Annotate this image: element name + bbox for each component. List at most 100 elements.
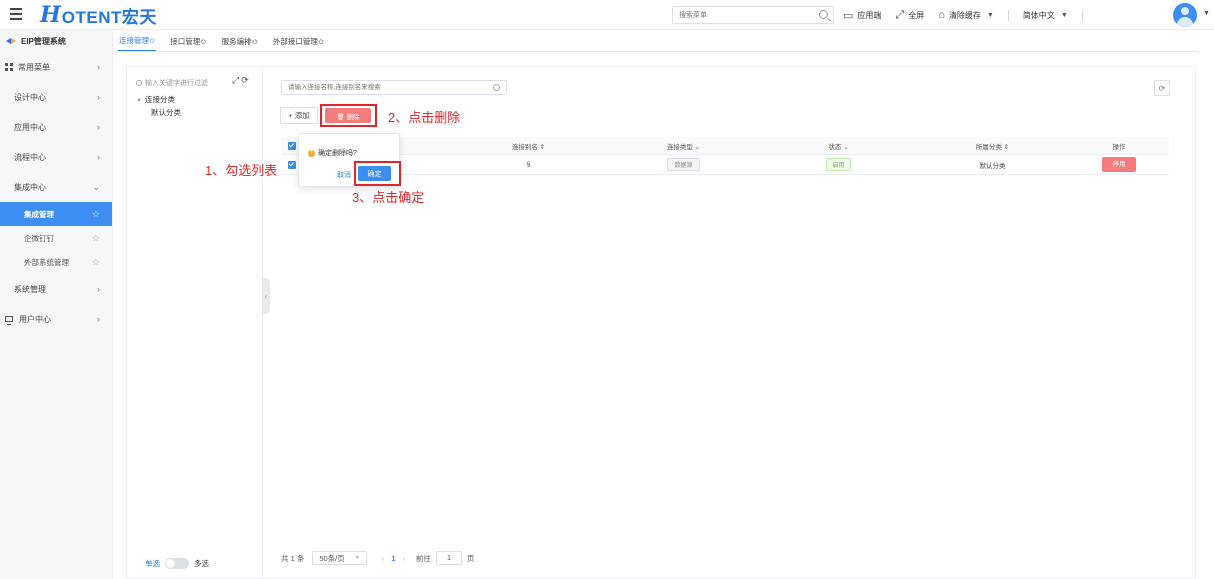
app-end-label: 应用端 <box>857 10 882 20</box>
sidebar-sub-label: 集成管理 <box>24 209 54 219</box>
sidebar-item-label: 系统管理 <box>14 284 46 294</box>
page-size-select[interactable]: 50条/页 ▼ <box>312 551 367 565</box>
tree-collapse-handle[interactable]: ‹ <box>262 278 270 314</box>
sidebar-item-common[interactable]: 常用菜单 › <box>0 52 112 82</box>
sidebar-item-label: 应用中心 <box>14 122 46 132</box>
chevron-right-icon: › <box>97 314 100 324</box>
annotation-box-confirm <box>354 161 401 186</box>
status-badge: 启用 <box>826 158 851 171</box>
sidebar-item-user[interactable]: 用户中心 › <box>0 304 112 334</box>
connection-alias: § <box>526 161 531 168</box>
sidebar-item-design[interactable]: 设计中心 › <box>0 82 112 112</box>
disable-button[interactable]: 停用 <box>1102 157 1136 172</box>
goto-page-input[interactable]: 1 <box>435 551 462 565</box>
logo-mark: H <box>40 2 61 28</box>
prev-page-icon[interactable]: ‹ <box>382 554 385 563</box>
page-size-value: 50条/页 <box>319 553 345 563</box>
sidebar-item-label: 用户中心 <box>19 314 51 324</box>
fullscreen-label: 全屏 <box>908 10 925 20</box>
caret-down-icon[interactable]: ▼ <box>136 98 142 104</box>
fullscreen-button[interactable]: ⤢ 全屏 <box>895 9 924 22</box>
app-end-button[interactable]: ▭ 应用端 <box>843 9 881 22</box>
operation-cell: 停用 <box>1069 157 1169 172</box>
star-icon[interactable]: ☆ <box>92 257 100 268</box>
system-switcher[interactable]: EIP管理系统 <box>0 30 112 52</box>
select-mode-switch: 单选 多选 <box>145 557 209 569</box>
sidebar-item-label: 设计中心 <box>14 92 46 102</box>
logo: H OTENT宏天 <box>40 3 157 27</box>
system-logo-icon <box>6 37 16 45</box>
language-select[interactable]: 简体中文 ▼ <box>1023 10 1068 21</box>
sidebar-item-label: 常用菜单 <box>18 62 50 72</box>
menu-toggle-icon[interactable] <box>10 8 24 20</box>
chevron-right-icon: › <box>97 152 100 162</box>
col-type[interactable]: 连接类型 ⌄ <box>606 141 761 151</box>
monitor-icon <box>5 316 13 325</box>
sidebar-item-app[interactable]: 应用中心 › <box>0 112 112 142</box>
search-icon[interactable] <box>493 84 500 91</box>
trash-icon: ⌂ <box>938 9 945 21</box>
next-page-icon[interactable]: › <box>402 554 405 563</box>
annotation-box-delete <box>320 104 377 127</box>
current-page[interactable]: 1 <box>391 554 395 563</box>
col-alias[interactable]: 连接别名 ⇕ <box>451 141 606 151</box>
grid-icon <box>5 63 13 71</box>
refresh-button[interactable]: ⟳ <box>1154 80 1170 96</box>
tab-interface[interactable]: 接口管理✩ <box>169 36 207 51</box>
sidebar-item-integration[interactable]: 集成中心 ⌄ <box>0 172 112 202</box>
tree-node-default[interactable]: 默认分类 <box>151 107 181 118</box>
sidebar: EIP管理系统 常用菜单 › 设计中心 › 应用中心 › 流程中心 › 集成中心… <box>0 30 113 579</box>
tree-filter-input[interactable]: 输入关键字进行过滤 <box>136 76 231 90</box>
sidebar-item-flow[interactable]: 流程中心 › <box>0 142 112 172</box>
menu-search[interactable] <box>672 6 834 24</box>
chevron-down-icon: ▼ <box>354 555 360 561</box>
sidebar-sub-external[interactable]: 外部系统管理 ☆ <box>0 250 112 274</box>
connection-search-input[interactable] <box>282 81 482 94</box>
refresh-icon[interactable]: ⟳ <box>241 75 251 85</box>
expand-icon[interactable]: ⤢ <box>232 75 241 85</box>
pagination-total: 共 1 条 <box>281 553 305 563</box>
chevron-right-icon: › <box>97 122 100 132</box>
tree-node-label: 默认分类 <box>151 108 181 117</box>
single-select-label: 单选 <box>145 558 160 568</box>
connection-table: 连接名称 ⇕ 连接别名 ⇕ 连接类型 ⌄ 状态 ⌄ 所属分类 ⇕ 操作 连接 §… <box>281 137 1169 175</box>
table-row: 连接 § 数据源 启用 默认分类 停用 <box>281 155 1169 175</box>
menu-search-input[interactable] <box>673 7 813 23</box>
table-header: 连接名称 ⇕ 连接别名 ⇕ 连接类型 ⌄ 状态 ⌄ 所属分类 ⇕ 操作 <box>281 137 1169 155</box>
divider <box>1081 9 1083 21</box>
multi-select-label: 多选 <box>194 558 209 568</box>
monitor-icon: ▭ <box>843 9 854 22</box>
avatar[interactable] <box>1173 3 1197 27</box>
header-actions: ▭ 应用端 ⤢ 全屏 ⌂ 清除缓存 ▼ 简体中文 ▼ <box>843 6 1097 24</box>
connection-search[interactable] <box>281 80 507 95</box>
col-status[interactable]: 状态 ⌄ <box>761 141 916 151</box>
language-label: 简体中文 <box>1022 10 1055 20</box>
popconfirm-cancel-button[interactable]: 取消 <box>337 170 351 180</box>
sidebar-sub-integration-mgmt[interactable]: 集成管理 ☆ <box>0 202 112 226</box>
annotation-step1: 1、勾选列表 <box>205 163 278 178</box>
chevron-down-icon: ⌄ <box>92 181 100 192</box>
clear-cache-button[interactable]: ⌂ 清除缓存 ▼ <box>938 9 994 21</box>
add-button[interactable]: + 添加 <box>280 107 318 124</box>
search-icon[interactable] <box>819 10 828 19</box>
chevron-right-icon: › <box>97 62 100 72</box>
status-cell: 启用 <box>761 158 916 171</box>
sidebar-sub-dingtalk[interactable]: 企微钉钉 ☆ <box>0 226 112 250</box>
category-cell: 默认分类 <box>979 162 1006 170</box>
star-icon[interactable]: ☆ <box>92 209 100 220</box>
warning-icon: ! <box>308 149 315 157</box>
tab-orchestration[interactable]: 服务编排✩ <box>221 36 259 51</box>
top-header: H OTENT宏天 ▭ 应用端 ⤢ 全屏 ⌂ 清除缓存 ▼ 简体中文 ▼ ▼ <box>0 0 1214 30</box>
select-mode-toggle[interactable] <box>165 557 189 569</box>
tree-node-root[interactable]: ▼ 连接分类 <box>136 94 175 105</box>
tab-connection[interactable]: 连接管理✩ <box>118 35 157 51</box>
chevron-down-icon[interactable]: ▼ <box>1203 10 1210 17</box>
fullscreen-icon: ⤢ <box>895 8 905 21</box>
star-icon[interactable]: ☆ <box>92 233 100 244</box>
col-category[interactable]: 所属分类 ⇕ <box>916 141 1069 151</box>
sidebar-sub-label: 外部系统管理 <box>24 257 69 267</box>
sidebar-item-system[interactable]: 系统管理 › <box>0 274 112 304</box>
tab-external-interface[interactable]: 外部接口管理✩ <box>272 36 325 51</box>
page-unit: 页 <box>466 553 475 563</box>
page-tabs: 连接管理✩ 接口管理✩ 服务编排✩ 外部接口管理✩ <box>118 36 1198 52</box>
